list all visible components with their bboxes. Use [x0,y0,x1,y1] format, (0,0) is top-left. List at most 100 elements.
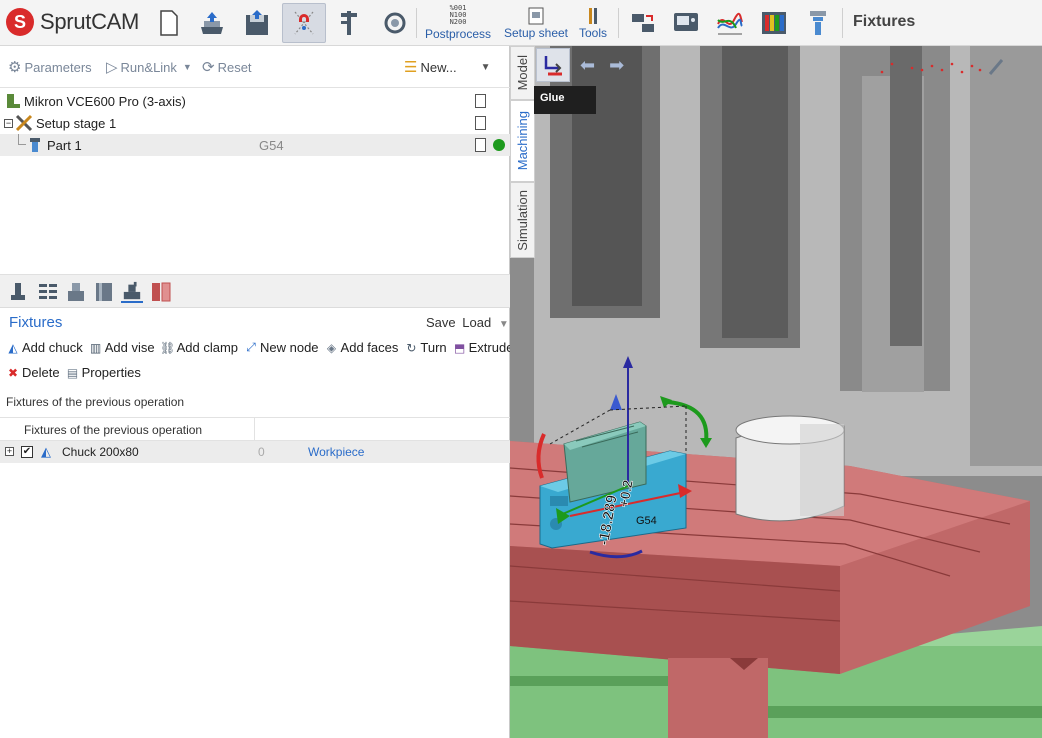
column-divider [254,418,255,442]
tab-model-label: Model [515,55,530,91]
setup-tabs [0,274,510,308]
chevron-down-icon[interactable]: ▼ [499,319,509,330]
tree-connector [18,134,26,145]
parameters-button[interactable]: ⚙ Parameters [8,58,92,76]
setup-sheet-icon [528,7,544,24]
fixtures-mode-button[interactable] [282,3,326,43]
setup-sheet-button[interactable]: Setup sheet [500,3,572,43]
clamp-icon: ⛓ [159,340,176,355]
machine-column-face [572,46,642,306]
run-link-icon: ▷ [106,59,118,76]
glue-icon [544,56,562,76]
new-node-label: New node [260,340,319,355]
gcode-line: N200 [449,18,467,26]
tab-stock-icon[interactable] [93,281,115,303]
project-tree: Mikron VCE600 Pro (3-axis) − Setup stage… [0,90,510,156]
visibility-checkbox[interactable]: ✔ [21,446,33,458]
properties-button[interactable]: ▤ Properties [66,365,141,380]
tool-holder-button[interactable] [804,3,832,43]
new-document-icon [160,10,178,36]
collapse-icon[interactable]: − [4,118,13,128]
setup-name: Setup stage 1 [36,115,117,131]
table-row[interactable]: + ✔ ◭ Chuck 200x80 0 Workpiece [0,441,510,463]
left-panel: ⚙ Parameters ▷ Run&Link ▼ ⟳ Reset ☰ New.… [0,46,513,738]
run-link-button[interactable]: ▷ Run&Link ▼ [106,58,192,76]
chuck-icon: ◭ [8,340,18,355]
reset-label: Reset [217,59,252,75]
reset-button[interactable]: ⟳ Reset [202,58,252,76]
add-clamp-button[interactable]: ⛓ Add clamp [159,340,238,355]
tools-button[interactable]: Tools [576,3,610,43]
machine-right-wall [970,46,1042,466]
chart-wave-icon [717,12,743,35]
add-chuck-button[interactable]: ◭ Add chuck [6,340,83,355]
tab-list-icon[interactable] [37,281,59,303]
tab-fixtures-icon[interactable] [121,281,143,303]
delete-button[interactable]: ✖ Delete [6,365,60,380]
tree-item-setup[interactable]: − Setup stage 1 [0,112,510,134]
document-icon[interactable] [475,94,486,108]
transfer-button[interactable] [628,3,658,43]
tree-item-machine[interactable]: Mikron VCE600 Pro (3-axis) [0,90,510,112]
tree-item-part[interactable]: Part 1 G54 [0,134,510,156]
document-icon[interactable] [475,138,486,152]
setup-tools-icon [15,114,33,132]
add-faces-button[interactable]: ◈ Add faces [325,340,398,355]
new-node-button[interactable]: ⤢ New node [244,340,319,355]
tab-machining[interactable]: Machining [510,100,535,182]
chuck-icon: ◭ [41,444,51,459]
glue-button[interactable] [536,48,570,82]
load-button[interactable]: Load [462,315,491,330]
undo-arrow-icon[interactable]: ⬅ [580,55,595,76]
glue-tooltip: Glue [534,86,596,114]
save-button[interactable]: Save [426,315,456,330]
properties-label: Properties [81,365,141,380]
tab-workpiece-icon[interactable] [65,281,87,303]
graph-button[interactable] [714,3,746,43]
extrude-button[interactable]: ⬒ Extrude [453,340,514,355]
machine-scene[interactable]: G54 -18.289 +0.2 [510,46,1042,738]
operation-bar: ⚙ Parameters ▷ Run&Link ▼ ⟳ Reset ☰ New.… [0,46,510,88]
chevron-down-icon[interactable]: ▼ [481,62,491,73]
document-icon[interactable] [475,116,486,130]
postprocess-button[interactable]: %001 N100 N200 Postprocess [422,3,494,43]
new-project-button[interactable] [156,3,182,43]
fixture-link[interactable]: Workpiece [308,445,364,459]
faces-icon: ◈ [326,340,337,355]
save-load-controls: Save Load ▼ [426,315,509,330]
redo-arrow-icon[interactable]: ➡ [609,55,624,76]
open-project-button[interactable] [196,3,228,43]
color-settings-button[interactable] [758,3,790,43]
measure-button[interactable] [336,3,362,43]
node-arrow-icon: ⤢ [246,340,256,354]
new-operation-button[interactable]: ☰ New... ▼ [404,58,490,76]
view-button[interactable] [380,3,410,43]
3d-viewport[interactable]: G54 -18.289 +0.2 Model Machining Simulat… [510,46,1042,738]
main-toolbar: S SprutCAM %001 N100 N200 Postprocess Se… [0,0,1042,46]
save-project-button[interactable] [242,3,272,43]
tab-simulation[interactable]: Simulation [510,182,535,258]
toolbar-separator [618,8,619,38]
tab-model[interactable]: Model [510,46,535,100]
cnc-panel-icon [674,13,698,31]
tool-holder-icon [810,11,826,35]
chevron-down-icon: ▼ [182,62,192,72]
fixture-actions-row-1: ◭ Add chuck ▥ Add vise ⛓ Add clamp ⤢ New… [6,340,519,355]
add-chuck-label: Add chuck [22,340,83,355]
tab-part-icon[interactable] [150,281,172,303]
extrude-label: Extrude [468,340,514,355]
viewport-toolbar: ⬅ ➡ [536,46,636,84]
part-coordinate-system: G54 [259,137,284,153]
parameters-label: Parameters [24,59,92,75]
expand-icon[interactable]: + [5,447,14,456]
new-operation-label: New... [420,59,457,75]
open-disk-icon [201,12,223,34]
setup-sheet-label: Setup sheet [503,25,569,40]
fixture-actions-row-2: ✖ Delete ▤ Properties [6,365,147,380]
tab-machine-icon[interactable] [8,281,30,303]
fixture-index: 0 [258,445,265,459]
machine-column-face [722,46,788,338]
add-vise-button[interactable]: ▥ Add vise [89,340,155,355]
machine-panel-button[interactable] [670,3,702,43]
turn-button[interactable]: ↻ Turn [404,340,446,355]
